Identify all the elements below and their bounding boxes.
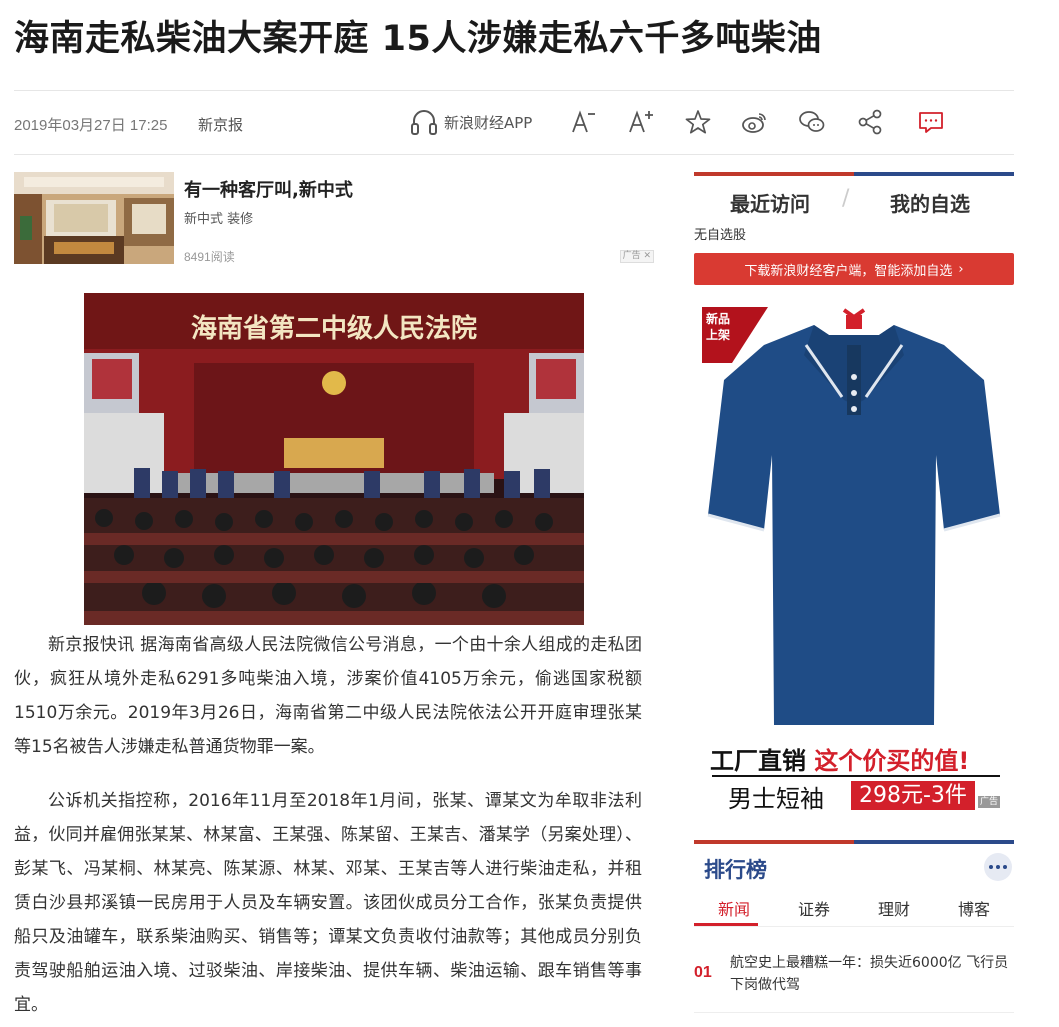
download-client-label: 下载新浪财经客户端，智能添加自选 xyxy=(744,263,953,279)
dot-icon xyxy=(996,865,1000,869)
ad-tags: 新中式 装修 xyxy=(184,212,254,227)
source-link[interactable]: 新京报 xyxy=(198,114,243,135)
tab-recent-visits[interactable]: 最近访问 xyxy=(730,188,810,217)
publish-date: 2019年03月27日 17:25 xyxy=(14,117,168,134)
ranking-title: 排行榜 xyxy=(704,858,767,882)
ranking-divider xyxy=(694,1012,1014,1013)
article-paragraph: 公诉机关指控称，2016年11月至2018年1月间，张某、谭某文为牟取非法利益，… xyxy=(14,791,642,1015)
slogan-divider xyxy=(712,775,1000,777)
article-title: 海南走私柴油大案开庭 15人涉嫌走私六千多吨柴油 xyxy=(14,19,822,59)
tab-my-watchlist[interactable]: 我的自选 xyxy=(890,188,970,217)
ranking-headline[interactable]: 航空史上最糟糕一年：损失近6000亿 飞行员下岗做代驾 xyxy=(730,952,1010,996)
share-icon xyxy=(858,109,882,135)
watchlist-panel: 最近访问 / 我的自选 无自选股 下载新浪财经客户端，智能添加自选 › xyxy=(694,172,1014,292)
article-paragraph: 新京报快讯 据海南省高级人民法院微信公号消息，一个由十余人组成的走私团伙，疯狂从… xyxy=(14,635,642,757)
tab-separator: / xyxy=(842,186,850,211)
tab-finance[interactable]: 理财 xyxy=(854,896,934,930)
sponsored-ad[interactable]: 有一种客厅叫,新中式 新中式 装修 8491阅读 广告 ✕ xyxy=(14,172,654,264)
more-options-button[interactable] xyxy=(984,853,1012,881)
polo-shirt-image xyxy=(707,308,1001,725)
shirt-ad[interactable]: 新品 上架 工厂直销 这个价买的值! 男士短袖 298元-3件 广告 xyxy=(694,305,1014,815)
courtroom-photo: 海南省第二中级人民法院 xyxy=(84,293,584,625)
app-download-link[interactable]: 新浪财经APP xyxy=(410,107,532,137)
font-decrease-icon xyxy=(572,110,595,133)
dot-icon xyxy=(989,865,993,869)
panel-bar-red xyxy=(694,840,854,844)
star-icon xyxy=(685,110,711,134)
comment-icon xyxy=(919,112,943,133)
ad-badge: 广告 xyxy=(978,796,1001,808)
ad-badge[interactable]: 广告 ✕ xyxy=(619,250,654,263)
tab-blog[interactable]: 博客 xyxy=(934,896,1014,930)
empty-watchlist-text: 无自选股 xyxy=(694,228,747,243)
article-meta-bar: 2019年03月27日 17:25 新京报 新浪财经APP xyxy=(14,90,1014,155)
app-download-label: 新浪财经APP xyxy=(444,113,533,132)
ad-slogan: 工厂直销 这个价买的值! xyxy=(710,747,970,775)
wechat-share-button[interactable] xyxy=(795,105,829,139)
tab-indicator-blue xyxy=(854,172,1014,176)
price-tag: 298元-3件 xyxy=(851,781,975,810)
font-increase-button[interactable] xyxy=(624,105,658,139)
weibo-share-button[interactable] xyxy=(738,105,772,139)
tab-indicator-red xyxy=(694,172,854,176)
ranking-panel: 排行榜 新闻 证券 理财 博客 01 航空史上最糟糕一年：损失近6000亿 飞行… xyxy=(694,840,1014,1027)
ranking-number: 01 xyxy=(694,964,712,981)
ad-thumbnail[interactable] xyxy=(14,172,174,264)
dot-icon xyxy=(1003,865,1007,869)
download-client-button[interactable]: 下载新浪财经客户端，智能添加自选 › xyxy=(694,253,1014,285)
weibo-icon xyxy=(742,113,766,133)
product-name: 男士短袖 xyxy=(728,785,824,813)
share-button[interactable] xyxy=(853,105,887,139)
article-body: 新京报快讯 据海南省高级人民法院微信公号消息，一个由十余人组成的走私团伙，疯狂从… xyxy=(14,628,642,1027)
comment-button[interactable] xyxy=(914,105,948,139)
ad-read-count: 8491阅读 xyxy=(184,250,235,264)
shirt-ad-image[interactable]: 新品 上架 xyxy=(694,305,1014,740)
living-room-image xyxy=(14,172,174,264)
headphones-icon xyxy=(411,110,437,135)
panel-bar-blue xyxy=(854,840,1014,844)
ad-title[interactable]: 有一种客厅叫,新中式 xyxy=(184,176,353,202)
tab-securities[interactable]: 证券 xyxy=(774,896,854,930)
ad-badge-label: 广告 xyxy=(622,251,641,261)
favorite-button[interactable] xyxy=(681,105,715,139)
court-banner-text: 海南省第二中级人民法院 xyxy=(191,313,477,344)
wechat-icon xyxy=(799,111,825,132)
font-increase-icon xyxy=(629,110,653,133)
tabs-divider xyxy=(694,926,1014,927)
font-decrease-button[interactable] xyxy=(566,105,600,139)
chevron-right-icon: › xyxy=(958,261,964,277)
new-arrival-text: 新品 上架 xyxy=(706,312,731,342)
